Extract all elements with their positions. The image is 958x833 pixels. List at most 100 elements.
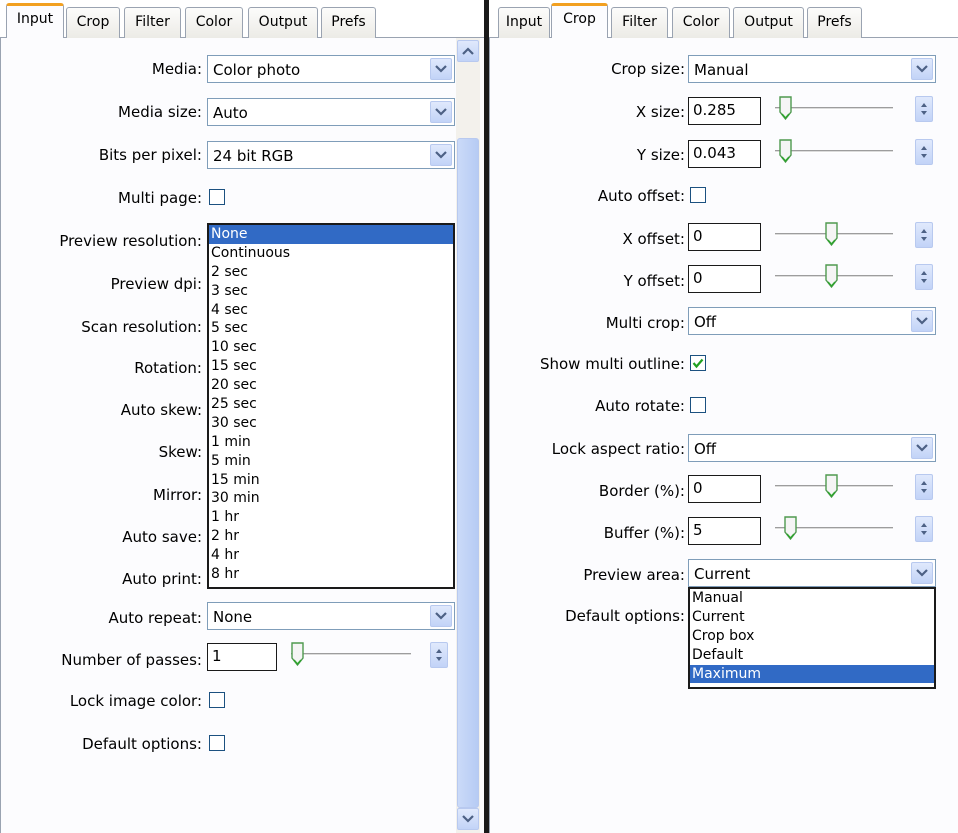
slider-thumb-icon[interactable] (825, 222, 838, 246)
y-offset-spin[interactable] (915, 264, 933, 290)
chevron-down-icon[interactable] (911, 562, 933, 584)
dropdown-option[interactable]: None (209, 225, 453, 244)
scroll-down-icon[interactable] (457, 808, 479, 830)
spin-updown-icon[interactable] (431, 643, 447, 667)
right-tab-filter[interactable]: Filter (611, 7, 668, 38)
buffer-spin[interactable] (915, 516, 933, 542)
dropdown-option[interactable]: 15 min (209, 471, 453, 490)
show-multi-outline-checkbox[interactable] (690, 355, 706, 371)
slider-thumb-icon[interactable] (779, 96, 792, 120)
chevron-down-icon[interactable] (911, 437, 933, 459)
dropdown-option[interactable]: Manual (690, 589, 934, 608)
preview-area-label: Preview area: (583, 566, 685, 584)
left-tab-input[interactable]: Input (6, 3, 64, 38)
dropdown-option[interactable]: Maximum (690, 664, 934, 684)
auto-offset-checkbox[interactable] (690, 187, 706, 203)
x-offset-spin[interactable] (915, 222, 933, 248)
dropdown-option[interactable]: Default (690, 646, 934, 665)
dropdown-option[interactable]: 1 hr (209, 508, 453, 527)
right-tab-input[interactable]: Input (498, 7, 550, 38)
multi-page-checkbox[interactable] (209, 189, 225, 205)
x-offset-input[interactable]: 0 (688, 223, 761, 251)
buffer-slider[interactable] (775, 516, 893, 542)
x-size-input[interactable]: 0.285 (688, 97, 761, 125)
x-offset-slider[interactable] (775, 222, 893, 248)
slider-thumb-icon[interactable] (779, 139, 792, 163)
border-input[interactable]: 0 (688, 475, 761, 503)
dropdown-option[interactable]: Continuous (209, 244, 453, 263)
dropdown-option[interactable]: 8 hr (209, 565, 453, 584)
chevron-down-icon[interactable] (430, 58, 452, 80)
dropdown-option[interactable]: 5 sec (209, 319, 453, 338)
spin-updown-icon[interactable] (916, 140, 932, 164)
number-of-passes-slider[interactable] (291, 642, 411, 668)
right-tab-color[interactable]: Color (672, 7, 730, 38)
bits-per-pixel-select[interactable]: 24 bit RGB (207, 141, 455, 169)
y-offset-slider[interactable] (775, 264, 893, 290)
scrollbar-thumb[interactable] (457, 138, 479, 808)
left-tab-crop[interactable]: Crop (66, 7, 120, 38)
y-size-input[interactable]: 0.043 (688, 140, 761, 168)
y-offset-input[interactable]: 0 (688, 265, 761, 293)
dropdown-option[interactable]: 30 sec (209, 414, 453, 433)
multi-crop-select[interactable]: Off (688, 307, 936, 335)
right-tab-crop[interactable]: Crop (551, 3, 608, 38)
input-settings-form: Media: Color photo Media size: Auto Bits… (0, 38, 484, 833)
dropdown-option[interactable]: Crop box (690, 627, 934, 646)
dropdown-option[interactable]: 5 min (209, 452, 453, 471)
spin-updown-icon[interactable] (916, 265, 932, 289)
y-size-spin[interactable] (915, 139, 933, 165)
slider-thumb-icon[interactable] (291, 642, 304, 666)
right-tab-prefs[interactable]: Prefs (807, 7, 862, 38)
spin-updown-icon[interactable] (916, 223, 932, 247)
left-tab-bar: Input Crop Filter Color Output Prefs (0, 0, 484, 38)
crop-size-select[interactable]: Manual (688, 55, 936, 83)
dropdown-option[interactable]: 30 min (209, 489, 453, 508)
auto-rotate-checkbox[interactable] (690, 397, 706, 413)
chevron-down-icon[interactable] (430, 144, 452, 166)
dropdown-option[interactable]: 4 hr (209, 546, 453, 565)
border-slider[interactable] (775, 474, 893, 500)
spin-updown-icon[interactable] (916, 97, 932, 121)
y-size-slider[interactable] (775, 139, 893, 165)
border-spin[interactable] (915, 474, 933, 500)
right-tab-output[interactable]: Output (733, 7, 804, 38)
vertical-scrollbar[interactable] (456, 38, 480, 833)
dropdown-option[interactable]: 2 sec (209, 263, 453, 282)
dropdown-option[interactable]: 15 sec (209, 357, 453, 376)
media-select[interactable]: Color photo (207, 55, 455, 83)
default-options-checkbox[interactable] (209, 735, 225, 751)
chevron-down-icon[interactable] (911, 310, 933, 332)
slider-thumb-icon[interactable] (784, 516, 797, 540)
scroll-up-icon[interactable] (457, 40, 479, 62)
x-size-slider[interactable] (775, 96, 893, 122)
slider-thumb-icon[interactable] (825, 474, 838, 498)
media-size-select[interactable]: Auto (207, 98, 455, 126)
left-tab-filter[interactable]: Filter (124, 7, 181, 38)
left-tab-color[interactable]: Color (185, 7, 243, 38)
number-of-passes-input[interactable]: 1 (207, 643, 277, 671)
dropdown-option[interactable]: 3 sec (209, 282, 453, 301)
buffer-input[interactable]: 5 (688, 517, 761, 545)
slider-thumb-icon[interactable] (825, 264, 838, 288)
dropdown-option[interactable]: Current (690, 608, 934, 627)
left-tab-prefs[interactable]: Prefs (321, 7, 376, 38)
lock-aspect-ratio-select[interactable]: Off (688, 434, 936, 462)
spin-updown-icon[interactable] (916, 517, 932, 541)
chevron-down-icon[interactable] (430, 101, 452, 123)
number-of-passes-spin[interactable] (430, 642, 448, 668)
dropdown-option[interactable]: 2 hr (209, 527, 453, 546)
auto-repeat-select[interactable]: None (207, 602, 455, 630)
left-tab-output[interactable]: Output (248, 7, 318, 38)
preview-area-select[interactable]: Current (688, 559, 936, 587)
dropdown-option[interactable]: 10 sec (209, 338, 453, 357)
x-size-spin[interactable] (915, 96, 933, 122)
dropdown-option[interactable]: 1 min (209, 433, 453, 452)
lock-image-color-checkbox[interactable] (209, 692, 225, 708)
dropdown-option[interactable]: 25 sec (209, 395, 453, 414)
chevron-down-icon[interactable] (430, 605, 452, 627)
chevron-down-icon[interactable] (911, 58, 933, 80)
dropdown-option[interactable]: 20 sec (209, 376, 453, 395)
dropdown-option[interactable]: 4 sec (209, 301, 453, 320)
spin-updown-icon[interactable] (916, 475, 932, 499)
